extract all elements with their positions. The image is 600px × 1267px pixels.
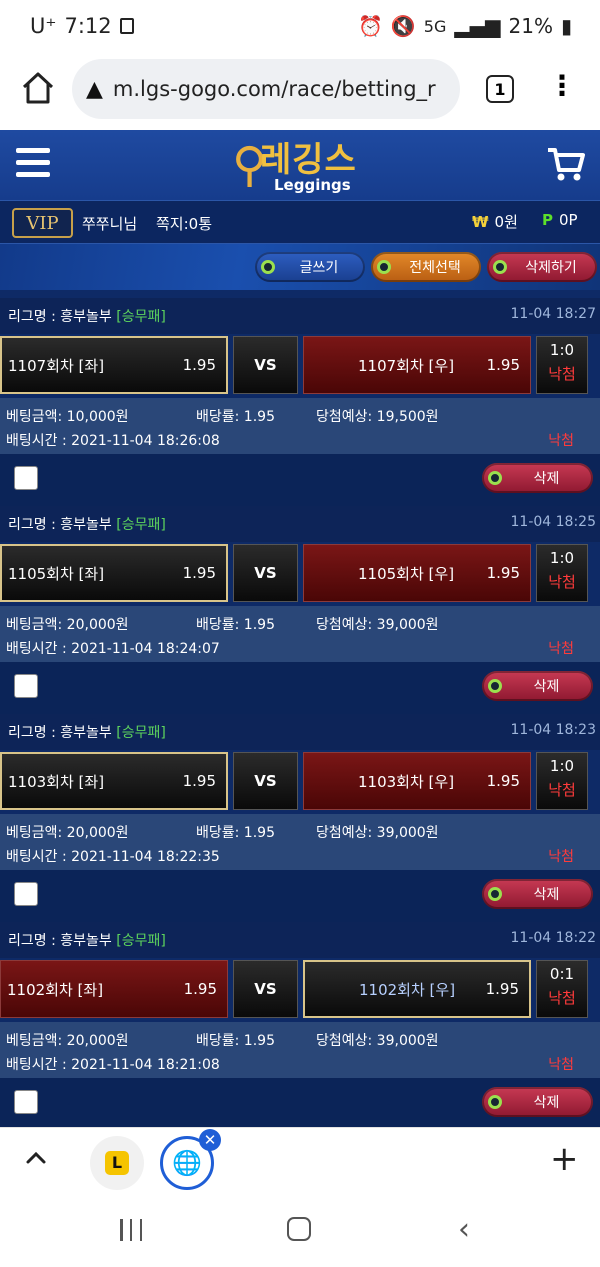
more-menu-icon[interactable]: ⋮ [548,72,576,108]
league-row: 리그명 : 흥부놀부 [승무패] 11-04 18:23 [0,714,600,750]
home-pick[interactable]: 1103회차 [좌] 1.95 [0,752,228,810]
network-type: 5G [423,16,447,36]
bet-controls: 삭제 [0,454,600,506]
bet-date: 11-04 18:27 [510,306,596,322]
bet-date: 11-04 18:22 [510,930,596,946]
bet-controls: 삭제 [0,662,600,714]
home-button-icon[interactable] [287,1217,311,1241]
battery-icon: ▮ [560,14,572,38]
league-row: 리그명 : 흥부놀부 [승무패] 11-04 18:25 [0,506,600,542]
vs-label: VS [233,544,298,602]
home-pick[interactable]: 1107회차 [좌] 1.95 [0,336,228,394]
won-icon: ₩ [472,213,489,231]
notification-icon [119,18,134,34]
home-pick[interactable]: 1105회차 [좌] 1.95 [0,544,228,602]
site-logo[interactable]: ⚲ 레깅스 Leggings [230,130,380,200]
delete-button[interactable]: 삭제 [482,671,593,701]
recent-apps-icon[interactable] [120,1219,142,1241]
bet-checkbox[interactable] [14,882,38,906]
tab-switcher-button[interactable]: 1 [486,75,514,103]
back-icon[interactable]: ‹ [458,1215,470,1245]
globe-icon: 🌐 [172,1149,202,1177]
bet-checkbox[interactable] [14,674,38,698]
user-info-bar: VIP 쭈쭈니님 쪽지:0통 ₩0원 P 0P [0,200,600,244]
point-balance: P 0P [542,211,578,229]
status-bar: U⁺ 7:12 ⏰ 🔇 5G ▂▄▆ 21% ▮ [0,0,600,56]
delete-button[interactable]: 삭제 [482,879,593,909]
bet-card: 리그명 : 흥부놀부 [승무패] 11-04 18:25 1105회차 [좌] 1… [0,506,600,714]
bet-checkbox[interactable] [14,466,38,490]
away-pick[interactable]: 1107회차 [우] 1.95 [303,336,531,394]
score-box: 0:1 낙첨 [536,960,588,1018]
clock: 7:12 [64,14,112,38]
bet-date: 11-04 18:23 [510,722,596,738]
battery-level: 21% [508,14,553,38]
cart-icon[interactable] [546,146,586,182]
bet-status: 낙첨 [548,433,574,449]
active-tab-thumbnail[interactable]: 🌐 ✕ [160,1129,221,1190]
delete-button[interactable]: 삭제 [482,1087,593,1117]
carrier-label: U⁺ [30,14,57,38]
vs-label: VS [233,960,298,1018]
bet-info: 베팅금액: 20,000원 배당률: 1.95 당첨예상: 39,000원 배팅… [0,606,600,662]
url-text: m.lgs-gogo.com/race/betting_r [112,77,436,101]
bet-card: 리그명 : 흥부놀부 [승무패] 11-04 18:22 1102회차 [좌] 1… [0,922,600,1127]
score-box: 1:0 낙첨 [536,336,588,394]
system-nav-bar: ‹ [0,1197,600,1267]
logo-figure-icon: ⚲ [232,137,268,193]
signal-icon: ▂▄▆ [454,14,501,38]
browser-bottom-bar: L 🌐 ✕ + [0,1127,600,1197]
warning-icon: ▲ [86,76,103,102]
write-button[interactable]: 글쓰기 [255,252,365,282]
vip-badge: VIP [12,208,73,238]
away-pick[interactable]: 1103회차 [우] 1.95 [303,752,531,810]
away-pick[interactable]: 1102회차 [우] 1.95 [303,960,531,1018]
money-balance: ₩0원 [472,213,518,231]
bet-controls: 삭제 [0,1078,600,1127]
score-box: 1:0 낙첨 [536,752,588,810]
league-row: 리그명 : 흥부놀부 [승무패] 11-04 18:22 [0,922,600,958]
bet-date: 11-04 18:25 [510,514,596,530]
home-pick[interactable]: 1102회차 [좌] 1.95 [0,960,228,1018]
action-bar: 글쓰기 전체선택 삭제하기 [0,244,600,290]
tab-thumbnail[interactable]: L [90,1136,144,1190]
vs-label: VS [233,336,298,394]
address-bar[interactable]: ▲ m.lgs-gogo.com/race/betting_r [72,59,460,119]
app-l-icon: L [105,1151,129,1175]
bet-info: 베팅금액: 20,000원 배당률: 1.95 당첨예상: 39,000원 배팅… [0,1022,600,1078]
point-icon: P [542,211,553,229]
username: 쭈쭈니님 [82,215,138,233]
browser-toolbar: ▲ m.lgs-gogo.com/race/betting_r 1 ⋮ [0,56,600,126]
bet-card: 리그명 : 흥부놀부 [승무패] 11-04 18:27 1107회차 [좌] 1… [0,298,600,506]
memo-count[interactable]: 쪽지:0통 [156,213,212,234]
mute-icon: 🔇 [390,14,416,38]
bet-status: 낙첨 [548,641,574,657]
select-all-button[interactable]: 전체선택 [371,252,481,282]
alarm-icon: ⏰ [357,14,383,38]
bet-card: 리그명 : 흥부놀부 [승무패] 11-04 18:23 1103회차 [좌] 1… [0,714,600,922]
bet-info: 베팅금액: 20,000원 배당률: 1.95 당첨예상: 39,000원 배팅… [0,814,600,870]
site-header: ⚲ 레깅스 Leggings [0,130,600,200]
score-box: 1:0 낙첨 [536,544,588,602]
close-tab-icon[interactable]: ✕ [199,1129,221,1151]
bet-info: 베팅금액: 10,000원 배당률: 1.95 당첨예상: 19,500원 배팅… [0,398,600,454]
menu-icon[interactable] [16,148,50,178]
home-icon[interactable] [20,70,56,106]
site-content: ⚲ 레깅스 Leggings VIP 쭈쭈니님 쪽지:0통 ₩0원 P 0P 글쓰… [0,130,600,1127]
bet-controls: 삭제 [0,870,600,922]
delete-all-button[interactable]: 삭제하기 [487,252,597,282]
bet-status: 낙첨 [548,1057,574,1073]
league-row: 리그명 : 흥부놀부 [승무패] 11-04 18:27 [0,298,600,334]
away-pick[interactable]: 1105회차 [우] 1.95 [303,544,531,602]
bet-checkbox[interactable] [14,1090,38,1114]
vs-label: VS [233,752,298,810]
bet-status: 낙첨 [548,849,574,865]
new-tab-icon[interactable]: + [550,1142,579,1176]
chevron-up-icon[interactable] [24,1146,48,1170]
delete-button[interactable]: 삭제 [482,463,593,493]
